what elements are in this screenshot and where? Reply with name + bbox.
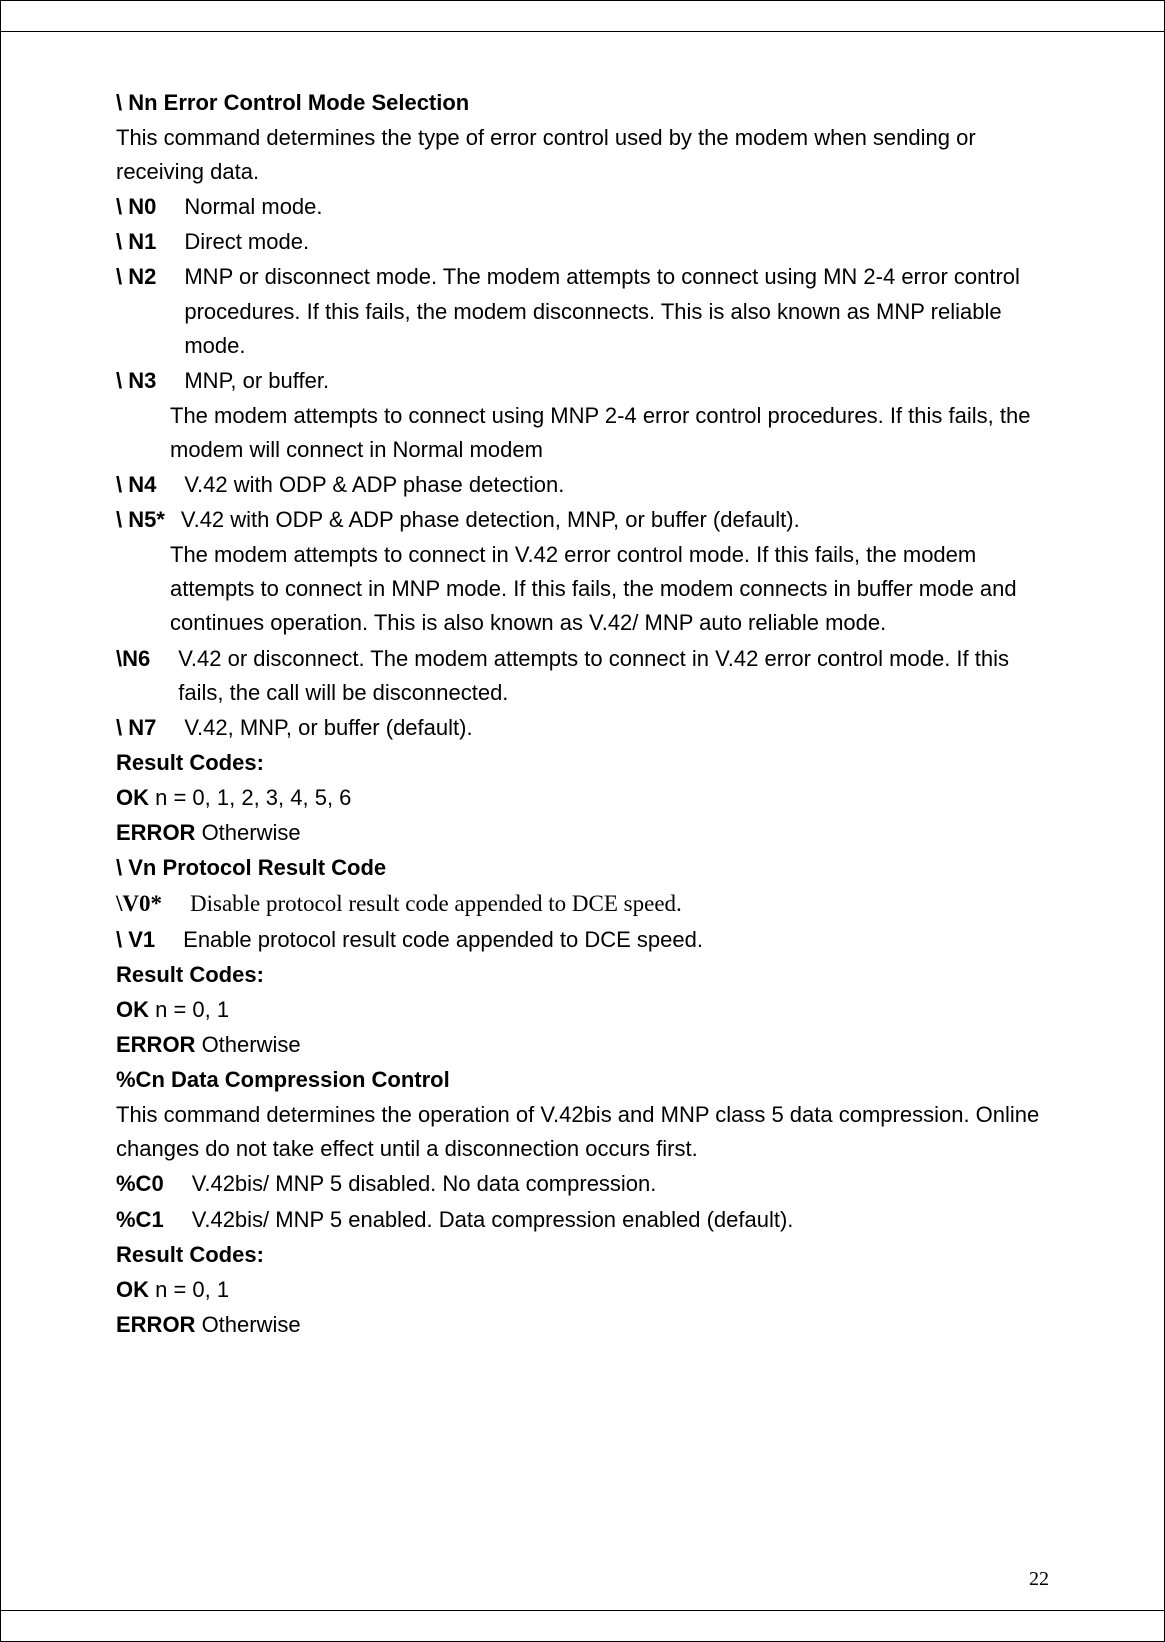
- bottom-rule: [1, 1610, 1164, 1611]
- section3-result-heading: Result Codes:: [116, 1238, 1049, 1272]
- section2-error: ERROR Otherwise: [116, 1028, 1049, 1062]
- section1-title: \ Nn Error Control Mode Selection: [116, 86, 1049, 120]
- n4-item: \ N4 V.42 with ODP & ADP phase detection…: [116, 468, 1049, 502]
- section2-title: \ Vn Protocol Result Code: [116, 851, 1049, 885]
- n3-text: MNP, or buffer.: [184, 364, 1049, 398]
- n3-extra: The modem attempts to connect using MNP …: [116, 399, 1049, 467]
- n1-item: \ N1 Direct mode.: [116, 225, 1049, 259]
- n5-item: \ N5* V.42 with ODP & ADP phase detectio…: [116, 503, 1049, 537]
- section2-ok-text: n = 0, 1: [149, 997, 229, 1022]
- top-rule: [1, 31, 1164, 32]
- n4-text: V.42 with ODP & ADP phase detection.: [184, 468, 1049, 502]
- n7-text: V.42, MNP, or buffer (default).: [184, 711, 1049, 745]
- section3-ok-label: OK: [116, 1277, 149, 1302]
- section1-result-heading: Result Codes:: [116, 746, 1049, 780]
- n2-text: MNP or disconnect mode. The modem attemp…: [184, 260, 1049, 362]
- section3-intro: This command determines the operation of…: [116, 1098, 1049, 1166]
- n3-item: \ N3 MNP, or buffer.: [116, 364, 1049, 398]
- v1-text: Enable protocol result code appended to …: [183, 923, 1049, 957]
- n7-label: \ N7: [116, 711, 156, 745]
- n6-label: \N6: [116, 642, 150, 710]
- n0-text: Normal mode.: [184, 190, 1049, 224]
- n6-text: V.42 or disconnect. The modem attempts t…: [178, 642, 1049, 710]
- n7-item: \ N7 V.42, MNP, or buffer (default).: [116, 711, 1049, 745]
- section1-ok: OK n = 0, 1, 2, 3, 4, 5, 6: [116, 781, 1049, 815]
- section2-ok-label: OK: [116, 997, 149, 1022]
- c0-label: %C0: [116, 1167, 164, 1201]
- v0-item: \V0* Disable protocol result code append…: [116, 886, 1049, 922]
- v0-label: \V0*: [116, 886, 162, 922]
- n4-label: \ N4: [116, 468, 156, 502]
- c1-label: %C1: [116, 1203, 164, 1237]
- section1-ok-label: OK: [116, 785, 149, 810]
- section2-result-heading: Result Codes:: [116, 958, 1049, 992]
- n3-label: \ N3: [116, 364, 156, 398]
- n2-label: \ N2: [116, 260, 156, 362]
- page-container: \ Nn Error Control Mode Selection This c…: [0, 0, 1165, 1642]
- section1-ok-text: n = 0, 1, 2, 3, 4, 5, 6: [149, 785, 351, 810]
- n5-extra: The modem attempts to connect in V.42 er…: [116, 538, 1049, 640]
- c1-text: V.42bis/ MNP 5 enabled. Data compression…: [192, 1203, 1049, 1237]
- section3-error: ERROR Otherwise: [116, 1308, 1049, 1342]
- c1-item: %C1 V.42bis/ MNP 5 enabled. Data compres…: [116, 1203, 1049, 1237]
- n2-item: \ N2 MNP or disconnect mode. The modem a…: [116, 260, 1049, 362]
- section3-error-label: ERROR: [116, 1312, 195, 1337]
- section3-ok: OK n = 0, 1: [116, 1273, 1049, 1307]
- c0-item: %C0 V.42bis/ MNP 5 disabled. No data com…: [116, 1167, 1049, 1201]
- n5-text: V.42 with ODP & ADP phase detection, MNP…: [181, 503, 1049, 537]
- n5-label: \ N5*: [116, 503, 165, 537]
- section1-intro: This command determines the type of erro…: [116, 121, 1049, 189]
- section2-ok: OK n = 0, 1: [116, 993, 1049, 1027]
- v0-text: Disable protocol result code appended to…: [190, 886, 1049, 922]
- v1-item: \ V1 Enable protocol result code appende…: [116, 923, 1049, 957]
- n0-item: \ N0 Normal mode.: [116, 190, 1049, 224]
- v1-label: \ V1: [116, 923, 155, 957]
- section3-title: %Cn Data Compression Control: [116, 1063, 1049, 1097]
- section1-error-text: Otherwise: [195, 820, 300, 845]
- section3-ok-text: n = 0, 1: [149, 1277, 229, 1302]
- n6-item: \N6 V.42 or disconnect. The modem attemp…: [116, 642, 1049, 710]
- content-area: \ Nn Error Control Mode Selection This c…: [116, 86, 1049, 1342]
- c0-text: V.42bis/ MNP 5 disabled. No data compres…: [192, 1167, 1049, 1201]
- section1-error-label: ERROR: [116, 820, 195, 845]
- page-number: 22: [1029, 1568, 1049, 1591]
- n1-label: \ N1: [116, 225, 156, 259]
- section2-error-label: ERROR: [116, 1032, 195, 1057]
- n0-label: \ N0: [116, 190, 156, 224]
- n1-text: Direct mode.: [184, 225, 1049, 259]
- section3-error-text: Otherwise: [195, 1312, 300, 1337]
- section1-error: ERROR Otherwise: [116, 816, 1049, 850]
- section2-error-text: Otherwise: [195, 1032, 300, 1057]
